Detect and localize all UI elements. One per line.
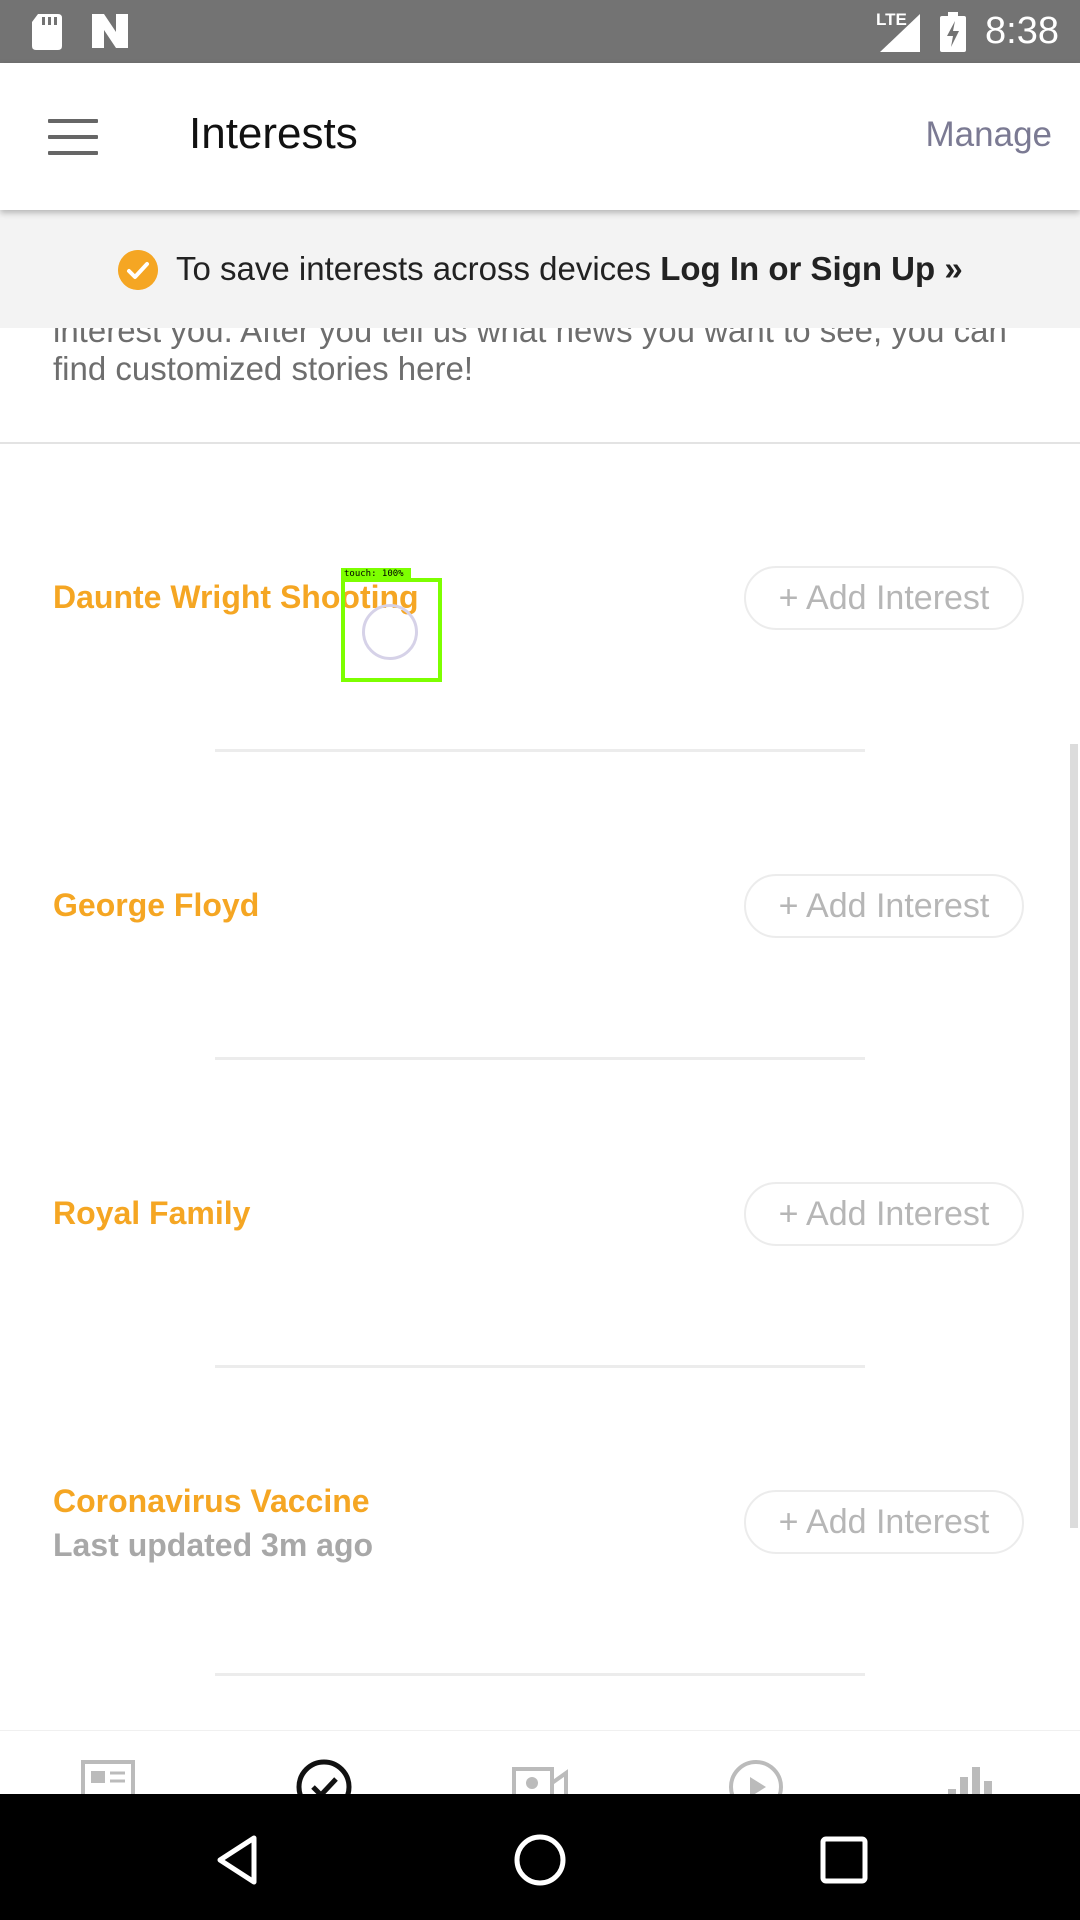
touch-ripple — [362, 604, 418, 660]
sd-card-icon — [32, 14, 62, 50]
scrollbar[interactable] — [1070, 744, 1078, 1528]
add-interest-button[interactable]: + Add Interest — [744, 1182, 1024, 1246]
interests-check-icon[interactable] — [296, 1759, 352, 1795]
list-item[interactable]: Royal Family + Add Interest — [0, 1060, 1080, 1368]
list-item[interactable]: Daunte Wright Shooting + Add Interest — [0, 444, 1080, 752]
charts-icon[interactable] — [944, 1759, 1000, 1795]
banner-text: To save interests across devices Log In … — [176, 250, 963, 288]
login-banner[interactable]: To save interests across devices Log In … — [0, 210, 1080, 328]
video-icon[interactable] — [512, 1759, 568, 1795]
app-header: Interests Manage — [0, 63, 1080, 210]
signal-icon — [880, 14, 920, 52]
news-icon[interactable] — [80, 1759, 136, 1795]
recents-icon[interactable] — [816, 1832, 872, 1888]
hamburger-menu-icon[interactable] — [48, 119, 98, 155]
topic-name[interactable]: Coronavirus Vaccine — [53, 1483, 370, 1520]
add-interest-button[interactable]: + Add Interest — [744, 1490, 1024, 1554]
n-notification-icon — [92, 14, 128, 48]
back-icon[interactable] — [210, 1832, 266, 1888]
clock: 8:38 — [985, 10, 1059, 52]
topic-name[interactable]: Royal Family — [53, 1195, 250, 1232]
status-bar: LTE 8:38 — [0, 0, 1080, 63]
manage-button[interactable]: Manage — [926, 115, 1052, 155]
checkmark-circle-icon — [118, 250, 158, 290]
topic-name[interactable]: George Floyd — [53, 887, 259, 924]
list-item[interactable]: Coronavirus Vaccine Last updated 3m ago … — [0, 1368, 1080, 1676]
battery-charging-icon — [940, 12, 966, 52]
play-icon[interactable] — [728, 1759, 784, 1795]
android-nav-bar — [0, 1794, 1080, 1920]
add-interest-button[interactable]: + Add Interest — [744, 566, 1024, 630]
banner-message: To save interests across devices — [176, 250, 661, 287]
divider — [215, 1673, 865, 1676]
list-item[interactable]: George Floyd + Add Interest — [0, 752, 1080, 1060]
add-interest-button[interactable]: + Add Interest — [744, 874, 1024, 938]
bottom-tab-bar — [0, 1730, 1080, 1795]
login-signup-link[interactable]: Log In or Sign Up » — [660, 250, 962, 287]
home-icon[interactable] — [512, 1832, 568, 1888]
page-title: Interests — [189, 109, 358, 158]
topic-subtitle: Last updated 3m ago — [53, 1527, 374, 1563]
